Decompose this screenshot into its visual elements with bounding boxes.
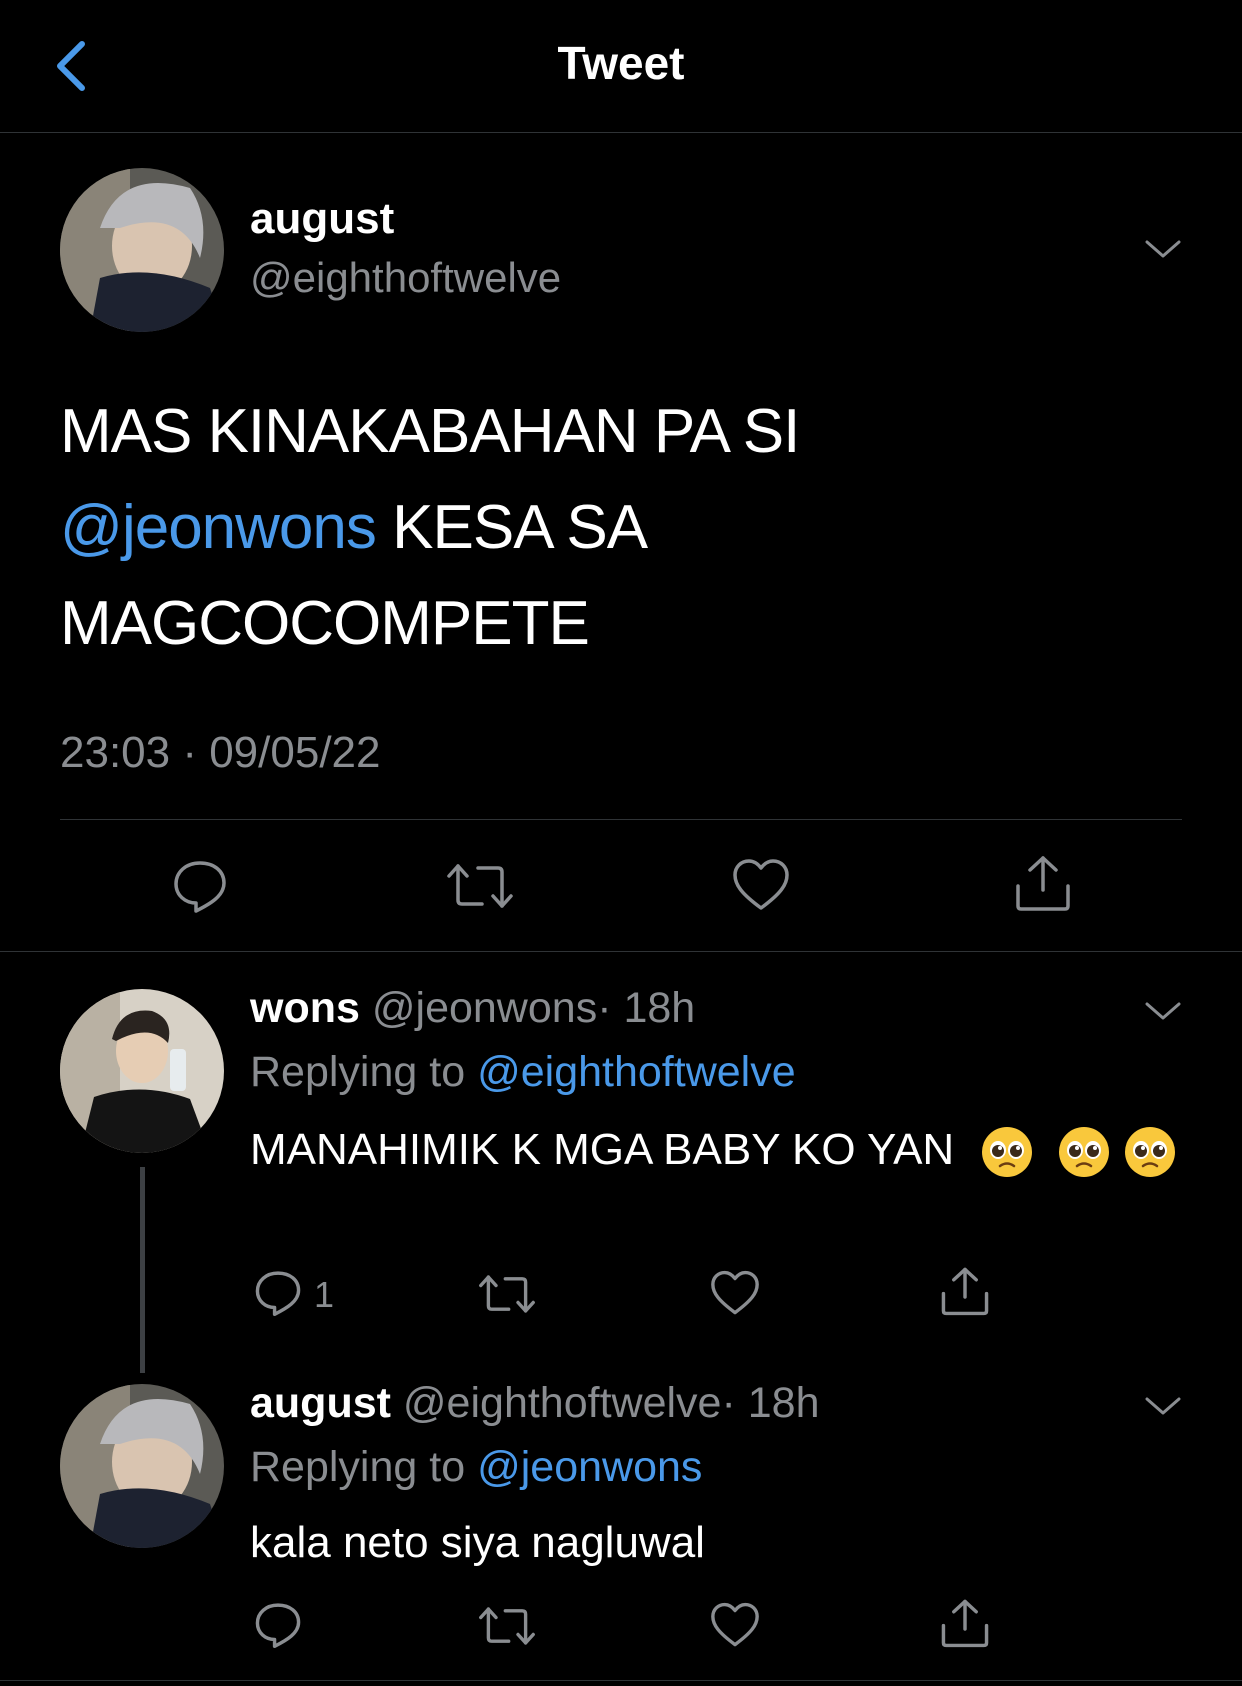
more-options-button[interactable]: [1143, 234, 1183, 264]
heart-icon: [733, 859, 789, 910]
reply-header: august @eighthoftwelve· 18h: [250, 1379, 819, 1428]
share-icon: [1016, 856, 1070, 911]
chevron-down-icon: [1145, 1397, 1181, 1415]
retweet-button[interactable]: [478, 1272, 536, 1316]
comment-icon: [174, 861, 226, 913]
avatar-wons[interactable]: [60, 989, 224, 1153]
reply-time: · 18h: [721, 1379, 820, 1427]
comment-icon: [255, 1271, 301, 1316]
reply-button[interactable]: [254, 1600, 302, 1648]
section-divider: [0, 1680, 1242, 1681]
pleading-face-emoji: [1058, 1127, 1109, 1178]
like-button[interactable]: [710, 1602, 760, 1648]
share-button[interactable]: [940, 1266, 990, 1316]
reply-author-name[interactable]: august: [250, 1379, 391, 1427]
like-button[interactable]: [710, 1270, 760, 1316]
replying-to-link[interactable]: @jeonwons: [477, 1443, 702, 1491]
replying-to-label: Replying to: [250, 1443, 478, 1491]
tweet-timestamp: 23:03 · 09/05/22: [60, 728, 381, 777]
replying-to-label: Replying to: [250, 1048, 478, 1096]
reply-text-content: MANAHIMIK K MGA BABY KO YAN: [250, 1125, 955, 1174]
tweet-text: MAS KINAKABAHAN PA SI @jeonwons KESA SA …: [60, 384, 1180, 672]
section-divider: [0, 951, 1242, 952]
chevron-down-icon: [1145, 1002, 1181, 1020]
tweet-text-line: @jeonwons KESA SA: [60, 480, 1180, 576]
reply-button[interactable]: [172, 857, 228, 913]
replying-to-link[interactable]: @eighthoftwelve: [477, 1048, 796, 1096]
avatar-august[interactable]: [60, 168, 224, 332]
like-button[interactable]: [732, 858, 790, 912]
reply-text: MANAHIMIK K MGA BABY KO YAN: [250, 1118, 1180, 1182]
retweet-icon: [479, 1275, 535, 1313]
share-button[interactable]: [1014, 854, 1072, 912]
share-icon: [941, 1267, 989, 1316]
more-options-button[interactable]: [1143, 1391, 1183, 1421]
reply-time: · 18h: [597, 984, 696, 1032]
reply-count: 1: [314, 1274, 335, 1315]
avatar-august[interactable]: [60, 1384, 224, 1548]
retweet-button[interactable]: [446, 860, 514, 912]
page-title: Tweet: [557, 37, 685, 89]
tweet-text-segment: KESA SA: [375, 493, 648, 562]
author-name[interactable]: august: [250, 194, 394, 244]
reply-author-name[interactable]: wons: [250, 984, 360, 1032]
comment-icon: [255, 1603, 301, 1648]
retweet-button[interactable]: [478, 1604, 536, 1648]
pleading-face-emoji: [982, 1127, 1033, 1178]
reply-button[interactable]: [254, 1268, 302, 1316]
tweet-text-line: MAS KINAKABAHAN PA SI: [60, 397, 800, 466]
retweet-icon: [479, 1607, 535, 1645]
share-icon: [941, 1599, 989, 1648]
more-options-button[interactable]: [1143, 996, 1183, 1026]
header-divider: [0, 132, 1242, 133]
chevron-down-icon: [1145, 240, 1181, 258]
reply-header: wons @jeonwons· 18h: [250, 984, 695, 1033]
pleading-face-emoji: [1124, 1127, 1175, 1178]
tweet-divider: [60, 819, 1182, 820]
heart-icon: [711, 1602, 759, 1647]
reply-author-handle[interactable]: @eighthoftwelve: [403, 1379, 722, 1427]
reply-author-handle[interactable]: @jeonwons: [372, 984, 597, 1032]
mention-link[interactable]: @jeonwons: [60, 493, 377, 562]
replying-to: Replying to @eighthoftwelve: [250, 1048, 796, 1097]
retweet-icon: [447, 864, 513, 908]
reply-text: kala neto siya nagluwal: [250, 1518, 705, 1567]
thread-connector-line: [140, 1167, 145, 1373]
share-button[interactable]: [940, 1598, 990, 1648]
tweet-text-line: MAGCOCOMPETE: [60, 589, 590, 658]
replying-to: Replying to @jeonwons: [250, 1443, 702, 1492]
heart-icon: [711, 1270, 759, 1315]
author-handle[interactable]: @eighthoftwelve: [250, 254, 561, 302]
